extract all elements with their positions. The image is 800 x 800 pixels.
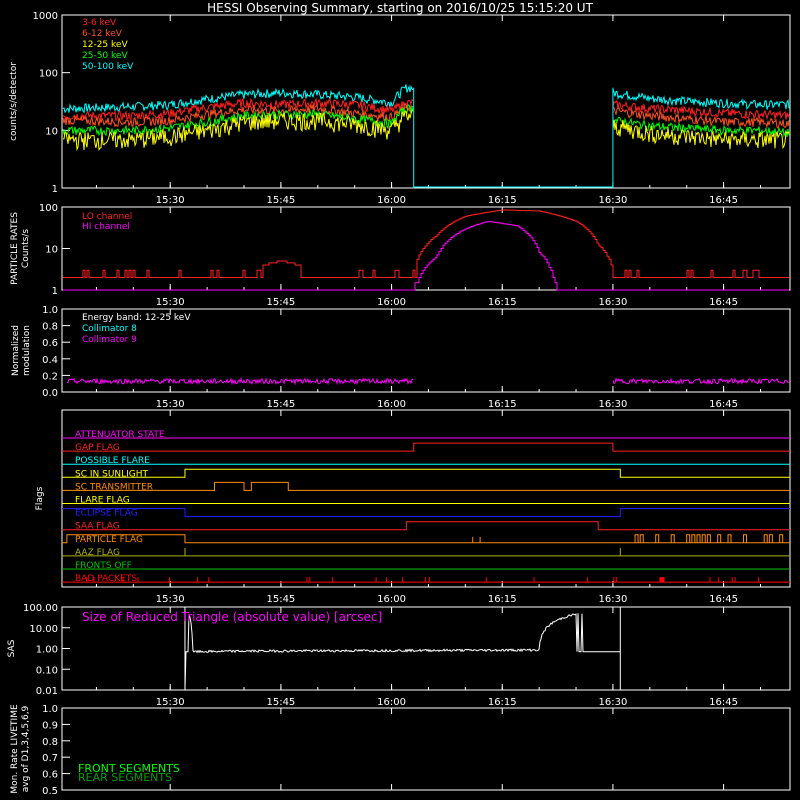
y-tick-label: 0.9 — [42, 720, 58, 731]
y-tick-label: 0.10 — [36, 665, 58, 676]
y-tick-label: 0.5 — [42, 786, 58, 797]
x-tick-label: 16:15 — [488, 594, 517, 605]
y-tick-label: 0.6 — [42, 338, 58, 349]
y-tick-label: 1.00 — [36, 645, 58, 656]
legend-entry: LO channel — [82, 212, 132, 222]
y-tick-label: 0.4 — [42, 355, 58, 366]
flag-label: ECLIPSE FLAG — [75, 509, 138, 519]
x-tick-label: 16:00 — [377, 697, 406, 708]
y-tick-label: 1.0 — [42, 305, 58, 316]
y-axis-label: Flags — [35, 486, 45, 510]
y-tick-label: 0.01 — [36, 686, 58, 697]
x-tick-label: 15:30 — [156, 195, 185, 206]
x-tick-label: 15:30 — [156, 594, 185, 605]
flag-label: PARTICLE FLAG — [75, 535, 143, 545]
y-tick-label: 0.0 — [42, 388, 58, 399]
y-axis-label: SAS — [7, 639, 17, 657]
y-tick-label: 100 — [39, 203, 58, 214]
observing-summary-plot: HESSI Observing Summary, starting on 201… — [0, 0, 800, 800]
y-tick-label: 1000 — [33, 11, 58, 22]
y-tick-label: 100.00 — [23, 603, 58, 614]
x-tick-label: 15:45 — [266, 594, 295, 605]
y-axis-label: Normalized — [11, 325, 21, 376]
x-tick-label: 16:45 — [709, 399, 738, 410]
y-axis-label: modulation — [22, 325, 32, 376]
x-tick-label: 16:15 — [488, 697, 517, 708]
x-tick-label: 15:30 — [156, 297, 185, 308]
annotation-label: Collimator 8 — [82, 324, 137, 334]
y-tick-label: 1 — [52, 184, 58, 195]
x-tick-label: 16:30 — [599, 594, 628, 605]
y-tick-label: 0.7 — [42, 753, 58, 764]
y-axis-label: counts/s/detector — [9, 62, 19, 141]
y-axis-label: Counts/s — [21, 229, 31, 268]
y-tick-label: 10.00 — [29, 624, 58, 635]
flag-block — [659, 577, 665, 583]
x-tick-label: 15:45 — [266, 195, 295, 206]
x-tick-label: 16:15 — [488, 399, 517, 410]
x-tick-label: 15:45 — [266, 399, 295, 410]
y-tick-label: 100 — [39, 69, 58, 80]
y-tick-label: 0.6 — [42, 770, 58, 781]
annotation-label: Collimator 9 — [82, 335, 137, 345]
legend-entry: 25-50 keV — [82, 51, 128, 61]
x-tick-label: 16:15 — [488, 195, 517, 206]
x-tick-label: 15:45 — [266, 297, 295, 308]
x-tick-label: 16:00 — [377, 297, 406, 308]
chart-title: HESSI Observing Summary, starting on 201… — [207, 1, 593, 15]
legend-entry: 3-6 keV — [82, 18, 117, 28]
legend-entry: REAR SEGMENTS — [78, 771, 172, 784]
legend-entry: 12-25 keV — [82, 40, 128, 50]
x-tick-label: 16:30 — [599, 399, 628, 410]
x-tick-label: 15:45 — [266, 697, 295, 708]
y-axis-label: PARTICLE RATES — [10, 212, 20, 285]
y-tick-label: 0.8 — [42, 737, 58, 748]
annotation-label: Size of Reduced Triangle (absolute value… — [82, 610, 382, 624]
legend-entry: 6-12 keV — [82, 29, 123, 39]
y-tick-label: 10 — [45, 126, 58, 137]
x-tick-label: 16:30 — [599, 297, 628, 308]
y-tick-label: 0.8 — [42, 322, 58, 333]
x-tick-label: 16:30 — [599, 697, 628, 708]
x-tick-label: 15:30 — [156, 399, 185, 410]
x-tick-label: 16:45 — [709, 697, 738, 708]
x-tick-label: 16:30 — [599, 195, 628, 206]
y-tick-label: 10 — [45, 245, 58, 256]
x-tick-label: 16:45 — [709, 297, 738, 308]
x-tick-label: 16:00 — [377, 399, 406, 410]
x-tick-label: 16:15 — [488, 297, 517, 308]
x-tick-label: 16:45 — [709, 195, 738, 206]
y-axis-label: avg of D1,3,4,5,6,9 — [21, 705, 31, 792]
x-tick-label: 16:00 — [377, 594, 406, 605]
annotation-label: Energy band: 12-25 keV — [82, 313, 191, 323]
y-tick-label: 1 — [52, 286, 58, 297]
x-tick-label: 15:30 — [156, 697, 185, 708]
y-axis-label: Mon. Rate LIVETIME — [10, 704, 20, 794]
legend-entry: 50-100 keV — [82, 62, 134, 72]
y-tick-label: 0.2 — [42, 371, 58, 382]
legend-entry: HI channel — [82, 222, 130, 232]
x-tick-label: 16:45 — [709, 594, 738, 605]
y-tick-label: 1.0 — [42, 704, 58, 715]
x-tick-label: 16:00 — [377, 195, 406, 206]
